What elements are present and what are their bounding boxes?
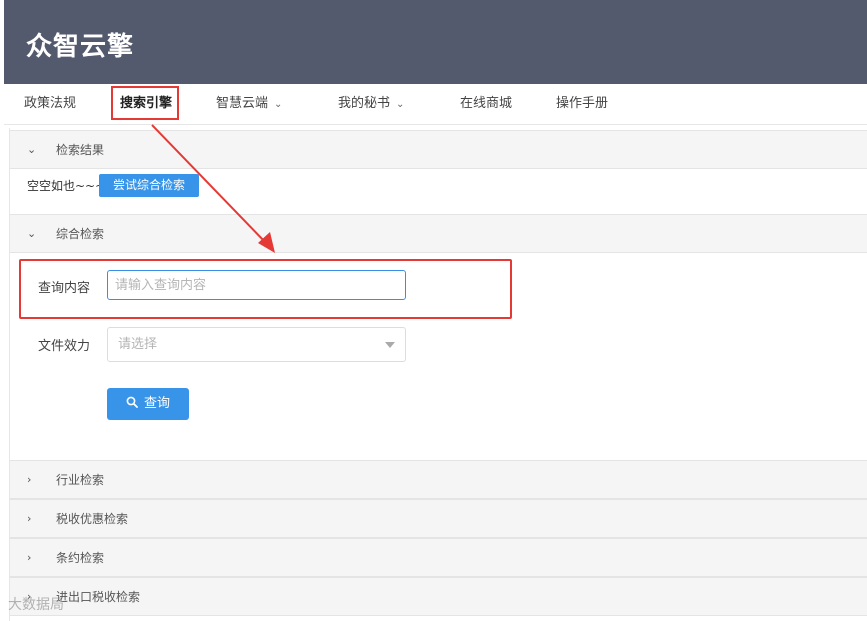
app-logo: 众智云擎 xyxy=(26,32,135,62)
nav-item-smart-cloud[interactable]: 智慧云端 ⌄ xyxy=(216,84,282,124)
query-button-label: 查询 xyxy=(143,396,170,411)
chevron-right-icon: › xyxy=(27,473,32,486)
app-header: 众智云擎 xyxy=(4,0,867,84)
panel-header-comprehensive[interactable]: ⌄ 综合检索 xyxy=(10,214,867,253)
panel-header-results[interactable]: ⌄ 检索结果 xyxy=(10,130,867,169)
chevron-right-icon: › xyxy=(27,512,32,525)
panel-title: 进出口税收检索 xyxy=(56,590,141,604)
panel-title: 综合检索 xyxy=(56,227,105,241)
panel-header-industry[interactable]: › 行业检索 xyxy=(10,460,867,499)
nav-label: 智慧云端 xyxy=(216,96,269,111)
annotation-box-query-field xyxy=(19,259,512,319)
caret-down-icon xyxy=(385,342,395,348)
nav-item-policy[interactable]: 政策法规 xyxy=(24,84,76,124)
search-icon xyxy=(126,396,138,408)
select-placeholder: 请选择 xyxy=(118,337,158,352)
chevron-down-icon: ⌄ xyxy=(396,99,405,110)
chevron-down-icon: ⌄ xyxy=(27,227,37,240)
query-button[interactable]: 查询 xyxy=(107,388,189,420)
nav-item-manual[interactable]: 操作手册 xyxy=(556,84,608,124)
nav-item-my-secretary[interactable]: 我的秘书 ⌄ xyxy=(338,84,404,124)
panel-header-import-export[interactable]: › 进出口税收检索 xyxy=(10,577,867,616)
watermark: 大数据局 xyxy=(8,597,64,613)
chevron-down-icon: ⌄ xyxy=(274,99,283,110)
file-effect-select[interactable]: 请选择 xyxy=(107,327,406,362)
chevron-right-icon: › xyxy=(27,551,32,564)
panel-header-tax-preference[interactable]: › 税收优惠检索 xyxy=(10,499,867,538)
file-effect-label: 文件效力 xyxy=(38,339,91,354)
nav-label: 我的秘书 xyxy=(338,96,391,111)
chevron-down-icon: ⌄ xyxy=(27,143,37,156)
empty-result-text: 空空如也~~~ xyxy=(27,179,106,193)
panel-title: 行业检索 xyxy=(56,473,105,487)
nav-item-online-store[interactable]: 在线商城 xyxy=(460,84,512,124)
annotation-box-nav xyxy=(111,86,179,120)
panel-title: 检索结果 xyxy=(56,143,105,157)
try-comprehensive-search-button[interactable]: 尝试综合检索 xyxy=(99,174,199,197)
panel-header-treaty[interactable]: › 条约检索 xyxy=(10,538,867,577)
panel-title: 税收优惠检索 xyxy=(56,512,129,526)
panel-title: 条约检索 xyxy=(56,551,105,565)
main-content: ⌄ 检索结果 空空如也~~~ 尝试综合检索 ⌄ 综合检索 查询内容 文件效力 请… xyxy=(9,128,867,621)
